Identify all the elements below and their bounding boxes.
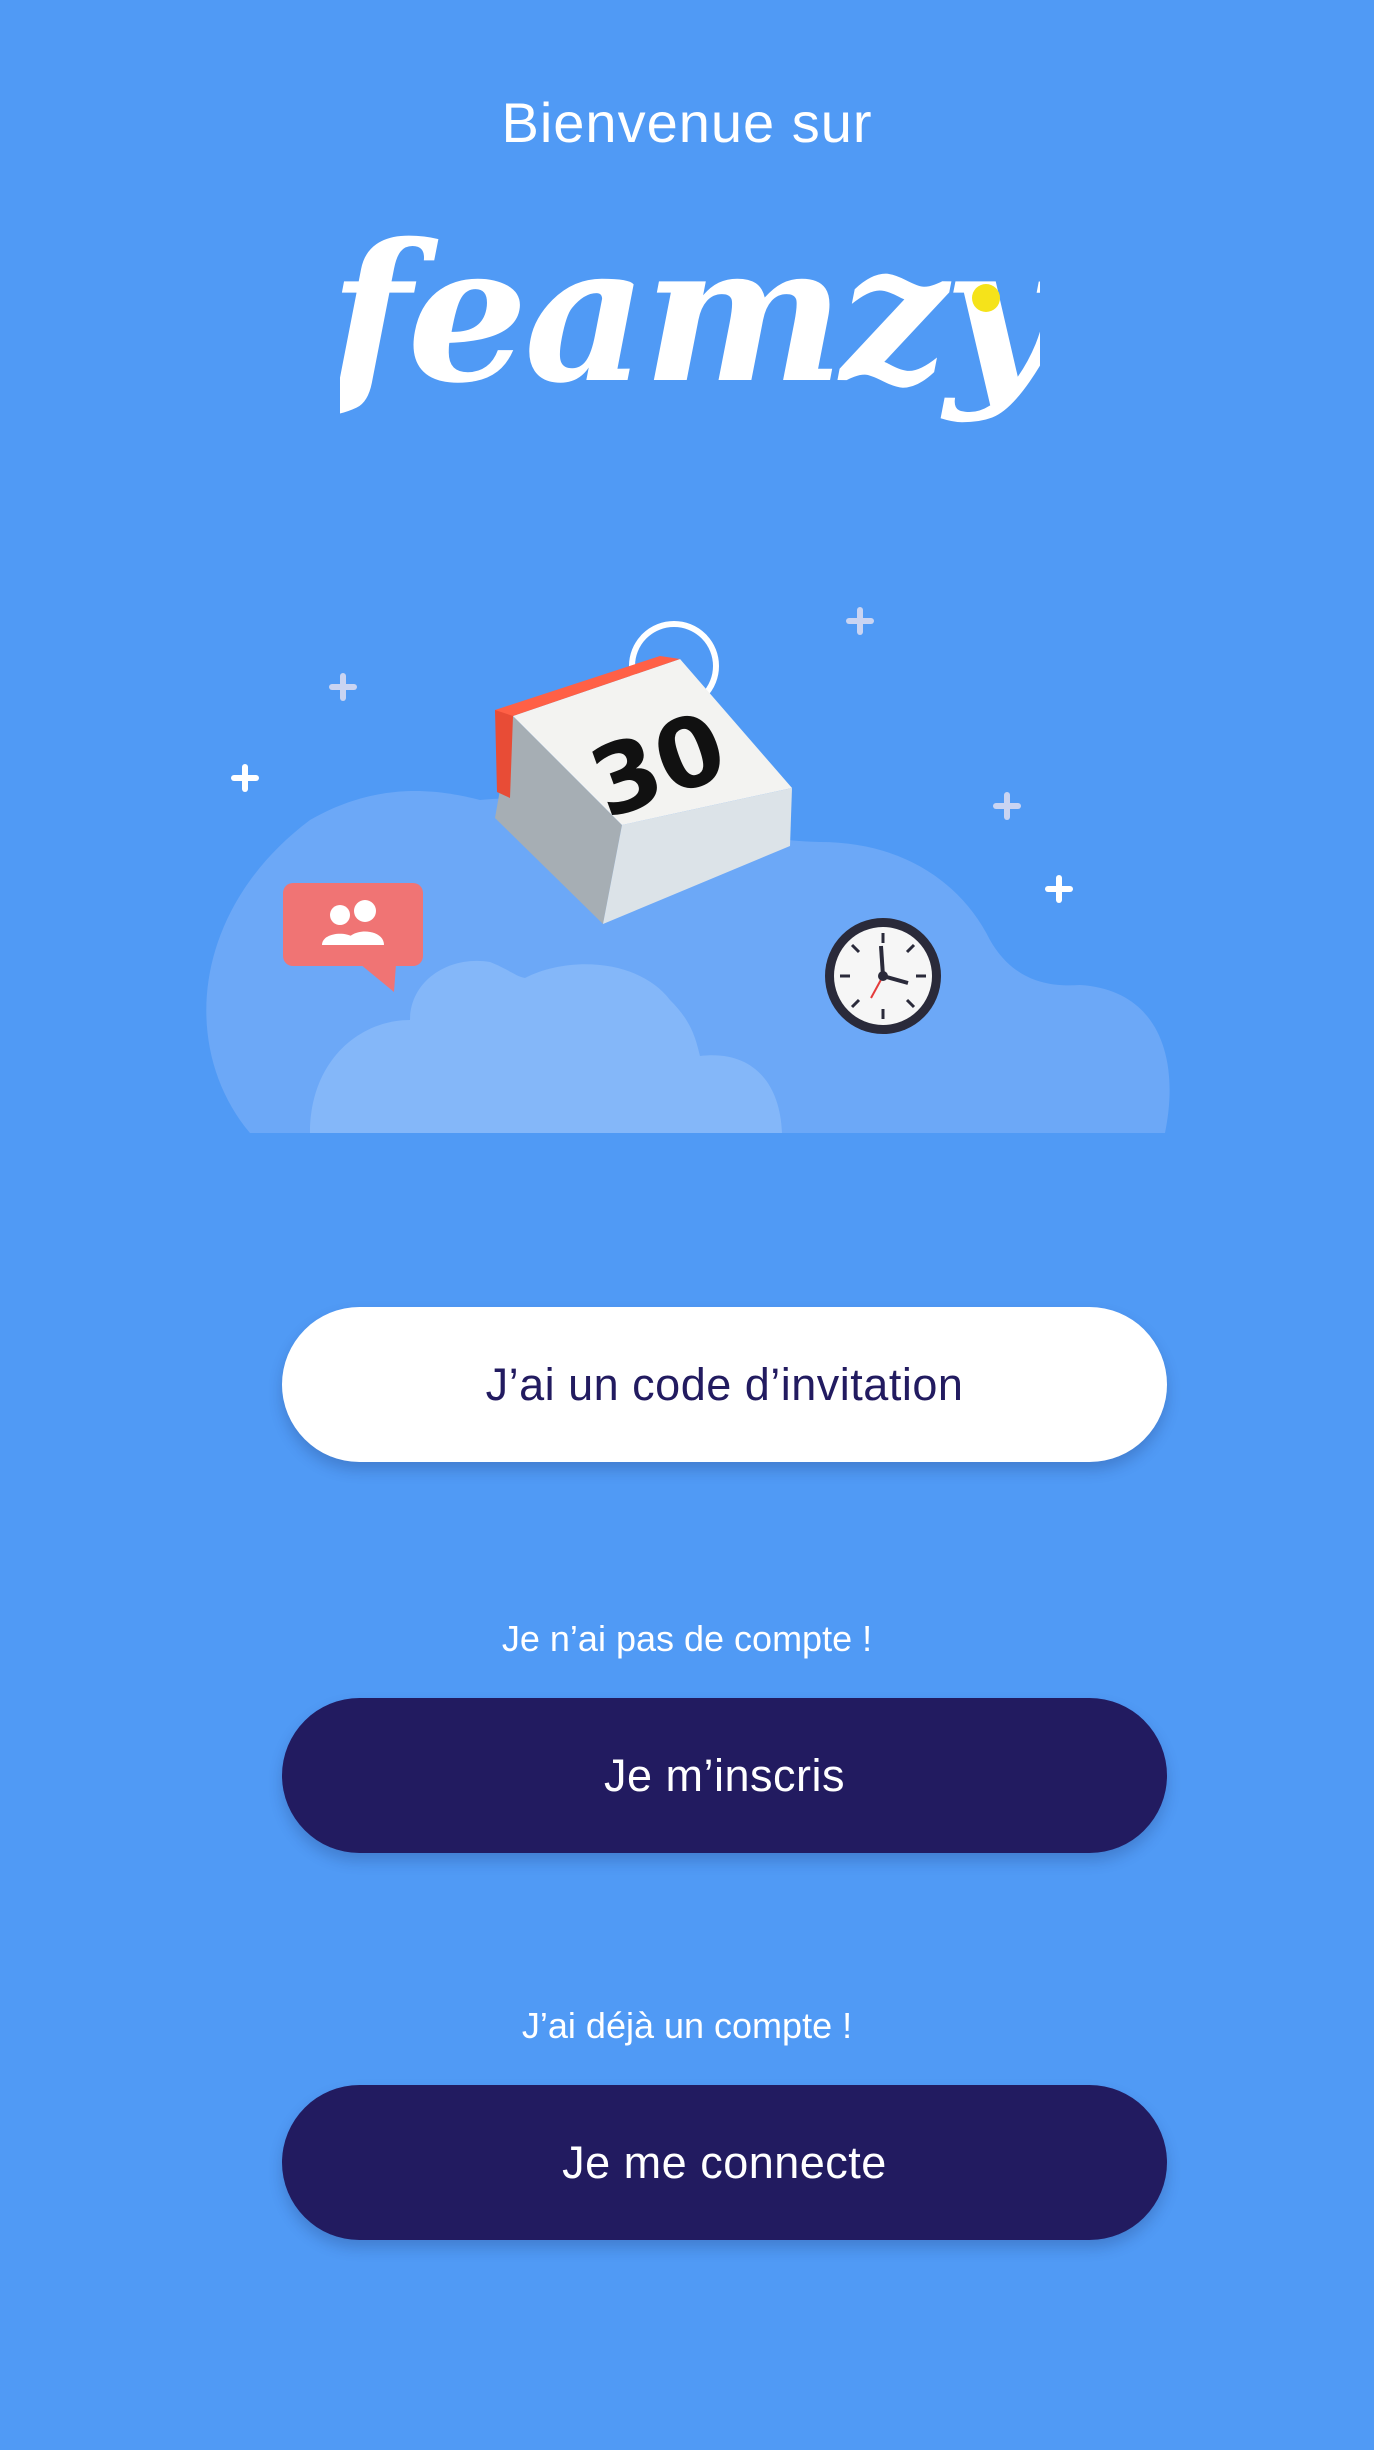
hero-illustration: 30 (206, 607, 1170, 1133)
login-hint: J’ai déjà un compte ! (521, 2005, 853, 2046)
welcome-heading: Bienvenue sur (501, 91, 873, 154)
logo-wordmark: feamzy (340, 202, 1040, 425)
clock-icon (825, 918, 941, 1034)
login-button[interactable]: Je me connecte (282, 2085, 1167, 2240)
signup-button[interactable]: Je m’inscris (282, 1698, 1167, 1853)
logo-dot (972, 284, 1000, 312)
feamzy-logo: feamzy (340, 202, 1040, 425)
invitation-code-button[interactable]: J’ai un code d’invitation (282, 1307, 1167, 1462)
signup-hint: Je n’ai pas de compte ! (501, 1618, 873, 1659)
